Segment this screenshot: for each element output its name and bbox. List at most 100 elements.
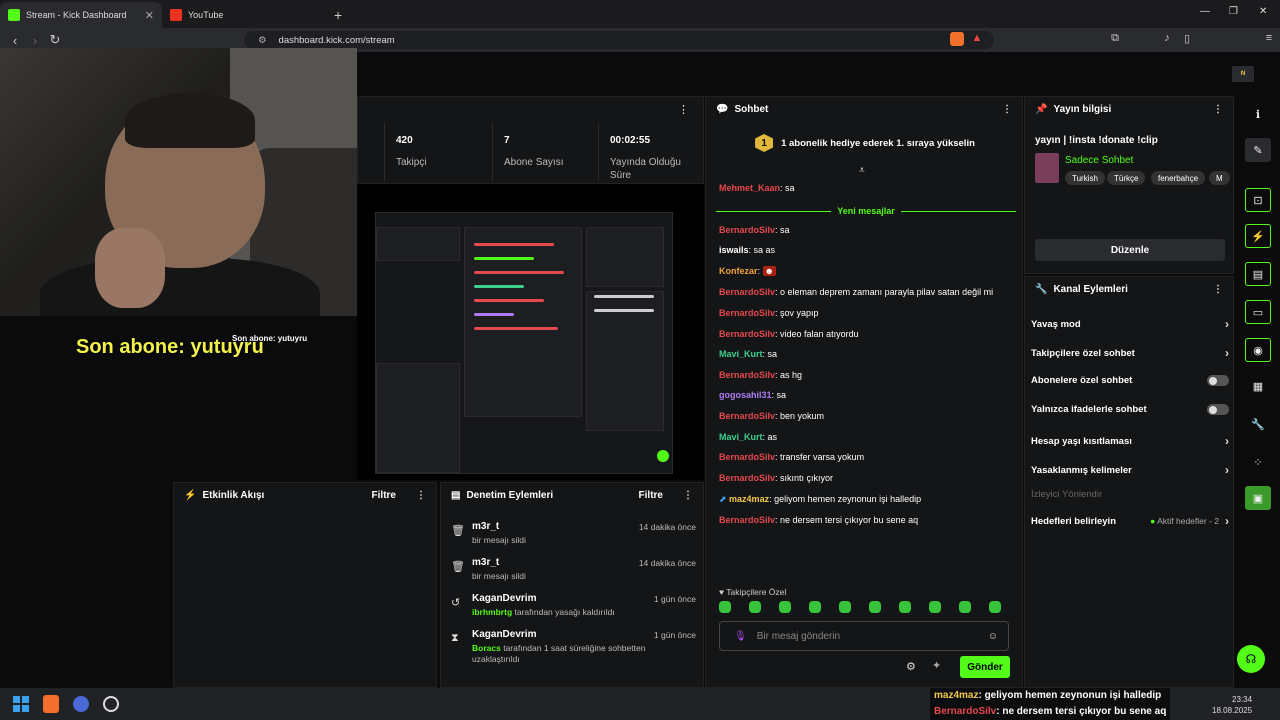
game-icon[interactable]: ▣ (1245, 486, 1271, 510)
emote-icon[interactable] (779, 601, 791, 613)
collapse-icon[interactable]: ⩡ (859, 165, 865, 176)
emoji-icon[interactable]: ☺ (988, 631, 998, 642)
category-name[interactable]: Sadece Sohbet (1065, 155, 1133, 166)
broadcast-icon[interactable]: ◉ (1245, 338, 1271, 362)
chat-username[interactable]: Mavi_Kurt (719, 432, 763, 442)
close-window-icon[interactable]: ✕ (1259, 6, 1267, 17)
chat-message[interactable]: BernardoSilv: as hg (719, 370, 802, 380)
chat-username[interactable]: BernardoSilv (719, 225, 775, 235)
chat-message[interactable]: BernardoSilv: o eleman deprem zamanı par… (719, 287, 993, 297)
chat-mod-icon[interactable]: ✦ (932, 659, 941, 672)
chat-message[interactable]: BernardoSilv: transfer varsa yokum (719, 452, 864, 462)
action-account-age[interactable]: Hesap yaşı kısıtlaması › (1031, 434, 1229, 448)
reload-icon[interactable]: ↻ (45, 32, 65, 48)
send-button[interactable]: Gönder (960, 656, 1010, 678)
stream-info-menu-icon[interactable]: ⋮ (1213, 104, 1223, 115)
emote-icon[interactable] (959, 601, 971, 613)
edit-button[interactable]: Düzenle (1035, 239, 1225, 261)
mod-menu-icon[interactable]: ⋮ (683, 490, 693, 501)
emote-icon[interactable] (719, 601, 731, 613)
minimize-icon[interactable]: — (1200, 6, 1210, 17)
tools-icon[interactable]: 🔧 (1245, 412, 1271, 436)
emote-icon[interactable] (809, 601, 821, 613)
mod-action-user[interactable]: KaganDevrim (472, 629, 536, 640)
new-tab-button[interactable]: + (324, 2, 352, 28)
chat-username[interactable]: BernardoSilv (719, 287, 775, 297)
chat-bubble-icon[interactable]: ▭ (1245, 300, 1271, 324)
app-taskbar-icon[interactable] (73, 696, 89, 712)
channel-actions-menu-icon[interactable]: ⋮ (1213, 284, 1223, 295)
chat-message[interactable]: BernardoSilv: sa (719, 225, 790, 235)
chat-username[interactable]: BernardoSilv (719, 515, 775, 525)
info-icon[interactable]: ℹ (1245, 102, 1271, 126)
stats-menu-icon[interactable]: ⋮ (678, 103, 689, 116)
tab-youtube[interactable]: YouTube (162, 2, 324, 28)
action-emotes-only[interactable]: Yalnızca ifadelerle sohbet (1031, 404, 1229, 415)
chat-username[interactable]: maz4maz (729, 494, 769, 504)
extensions-icon[interactable]: ⧉ (1108, 32, 1122, 46)
lightning-icon[interactable]: ⚡ (1245, 224, 1271, 248)
subscribers-only-toggle[interactable] (1207, 375, 1229, 386)
document-icon[interactable]: ▤ (1245, 262, 1271, 286)
windows-start-icon[interactable] (13, 696, 29, 712)
chat-username[interactable]: iswails (719, 245, 749, 255)
chat-settings-icon[interactable]: ⚙ (906, 660, 916, 673)
menu-icon[interactable]: ≡ (1262, 32, 1276, 46)
chat-message[interactable]: Mavi_Kurt: as (719, 432, 777, 442)
emote-icon[interactable] (929, 601, 941, 613)
chat-username[interactable]: Konfezar (719, 266, 758, 276)
close-tab-icon[interactable]: ✕ (145, 9, 154, 22)
layout-icon[interactable]: ▦ (1245, 374, 1271, 398)
action-slow-mode[interactable]: Yavaş mod › (1031, 317, 1229, 331)
brave-taskbar-icon[interactable] (43, 695, 59, 713)
chat-message[interactable]: BernardoSilv: ne dersem tersi çıkıyor bu… (719, 515, 918, 525)
edit-icon[interactable]: ✎ (1245, 138, 1271, 162)
mod-action-user[interactable]: m3r_t (472, 521, 499, 532)
chat-message[interactable]: iswails: sa as (719, 245, 775, 255)
rewards-icon[interactable]: ▲ (970, 32, 984, 46)
sidebar-toggle-icon[interactable]: ▯ (1180, 32, 1194, 46)
microphone-icon[interactable]: 🎙 (734, 631, 747, 642)
forward-icon[interactable]: › (25, 33, 45, 48)
chat-message[interactable]: BernardoSilv: ben yokum (719, 411, 824, 421)
support-icon[interactable]: ☊ (1237, 645, 1265, 673)
chat-username[interactable]: BernardoSilv (719, 473, 775, 483)
chat-menu-icon[interactable]: ⋮ (1002, 104, 1012, 115)
chat-message[interactable]: Konfezar: ☻ (719, 266, 777, 276)
action-subscribers-only[interactable]: Abonelere özel sohbet (1031, 375, 1229, 386)
emote-icon[interactable] (899, 601, 911, 613)
action-goals[interactable]: Hedefleri belirleyin ● Aktif hedefler - … (1031, 514, 1229, 528)
chat-message[interactable]: BernardoSilv: sıkıntı çıkıyor (719, 473, 833, 483)
chat-username[interactable]: Mehmet_Kaan (719, 183, 780, 193)
emote-icon[interactable] (749, 601, 761, 613)
mod-filter-button[interactable]: Filtre (639, 490, 663, 501)
brave-shield-icon[interactable] (950, 32, 964, 46)
chat-username[interactable]: BernardoSilv (719, 370, 775, 380)
emotes-only-toggle[interactable] (1207, 404, 1229, 415)
chat-username[interactable]: BernardoSilv (719, 411, 775, 421)
activity-filter-button[interactable]: Filtre (372, 490, 396, 501)
mod-actor[interactable]: Boracs (472, 643, 501, 653)
action-followers-only[interactable]: Takipçilere özel sohbet › (1031, 346, 1229, 360)
activity-menu-icon[interactable]: ⋮ (416, 490, 426, 501)
clip-icon[interactable]: ⊡ (1245, 188, 1271, 212)
back-icon[interactable]: ‹ (5, 33, 25, 48)
nodes-icon[interactable]: ⁘ (1245, 450, 1271, 474)
chat-message[interactable]: Mavi_Kurt: sa (719, 349, 777, 359)
chat-message[interactable]: ⬈ maz4maz: geliyom hemen zeynonun işi ha… (719, 494, 921, 505)
chat-username[interactable]: Mavi_Kurt (719, 349, 763, 359)
emote-icon[interactable] (869, 601, 881, 613)
chat-username[interactable]: gogosahil31 (719, 390, 772, 400)
chat-username[interactable]: BernardoSilv (719, 452, 775, 462)
site-settings-icon[interactable]: ⚙ (258, 35, 267, 46)
chat-message[interactable]: BernardoSilv: video falan atıyordu (719, 329, 859, 339)
mod-action-user[interactable]: KaganDevrim (472, 593, 536, 604)
emote-icon[interactable] (989, 601, 1001, 613)
tab-kick-dashboard[interactable]: Stream - Kick Dashboard ✕ (0, 2, 162, 28)
music-icon[interactable]: ♪ (1160, 32, 1174, 46)
action-banned-words[interactable]: Yasaklanmış kelimeler › (1031, 463, 1229, 477)
chat-input[interactable]: 🎙 Bir mesaj gönderin ☺ (719, 621, 1009, 651)
chat-message[interactable]: gogosahil31: sa (719, 390, 786, 400)
url-field[interactable]: ⚙ dashboard.kick.com/stream (244, 31, 994, 49)
chat-message[interactable]: Mehmet_Kaan: sa (719, 183, 795, 193)
